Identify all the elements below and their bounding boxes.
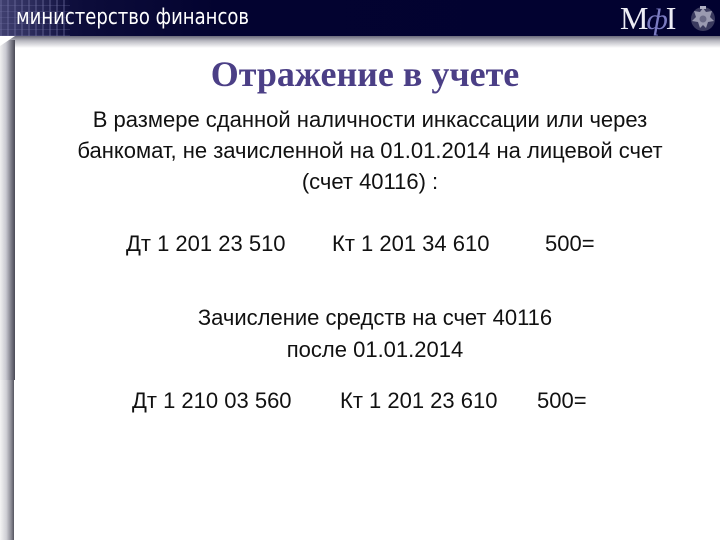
ministry-logo: МфI: [620, 0, 676, 36]
logo-letter-i: I: [665, 0, 677, 36]
logo-letter-f: ф: [646, 3, 668, 36]
intro-paragraph: В размере сданной наличности инкассации …: [20, 104, 720, 197]
credit-account: Кт 1 201 23 610: [340, 388, 498, 413]
intro-line: банкомат, не зачисленной на 01.01.2014 н…: [77, 138, 663, 163]
entry-amount: 500=: [537, 388, 587, 413]
debit-account: Дт 1 201 23 510: [126, 231, 286, 256]
header-shadow: [0, 36, 720, 48]
intro-line: В размере сданной наличности инкассации …: [92, 107, 648, 132]
entry-amount: 500=: [545, 231, 595, 256]
credit-account: Кт 1 201 34 610: [332, 231, 490, 256]
logo-letter-m: М: [620, 0, 649, 36]
accounting-entry-1: Дт 1 201 23 510 Кт 1 201 34 610 500=: [0, 229, 720, 259]
accounting-entry-2: Дт 1 210 03 560 Кт 1 201 23 610 500=: [0, 386, 720, 416]
coat-of-arms-icon: [691, 6, 715, 31]
header-banner: министерство финансов МфI: [0, 0, 720, 36]
intro-line: (счет 40116) :: [301, 169, 439, 194]
left-bar-corner: [0, 36, 15, 46]
debit-account: Дт 1 210 03 560: [132, 388, 292, 413]
subheading-line: Зачисление средств на счет 40116: [197, 305, 553, 330]
subheading: Зачисление средств на счет 40116 после 0…: [115, 302, 635, 366]
subheading-line: после 01.01.2014: [286, 337, 464, 362]
organization-name: министерство финансов: [16, 5, 250, 30]
slide-title: Отражение в учете: [210, 54, 520, 94]
